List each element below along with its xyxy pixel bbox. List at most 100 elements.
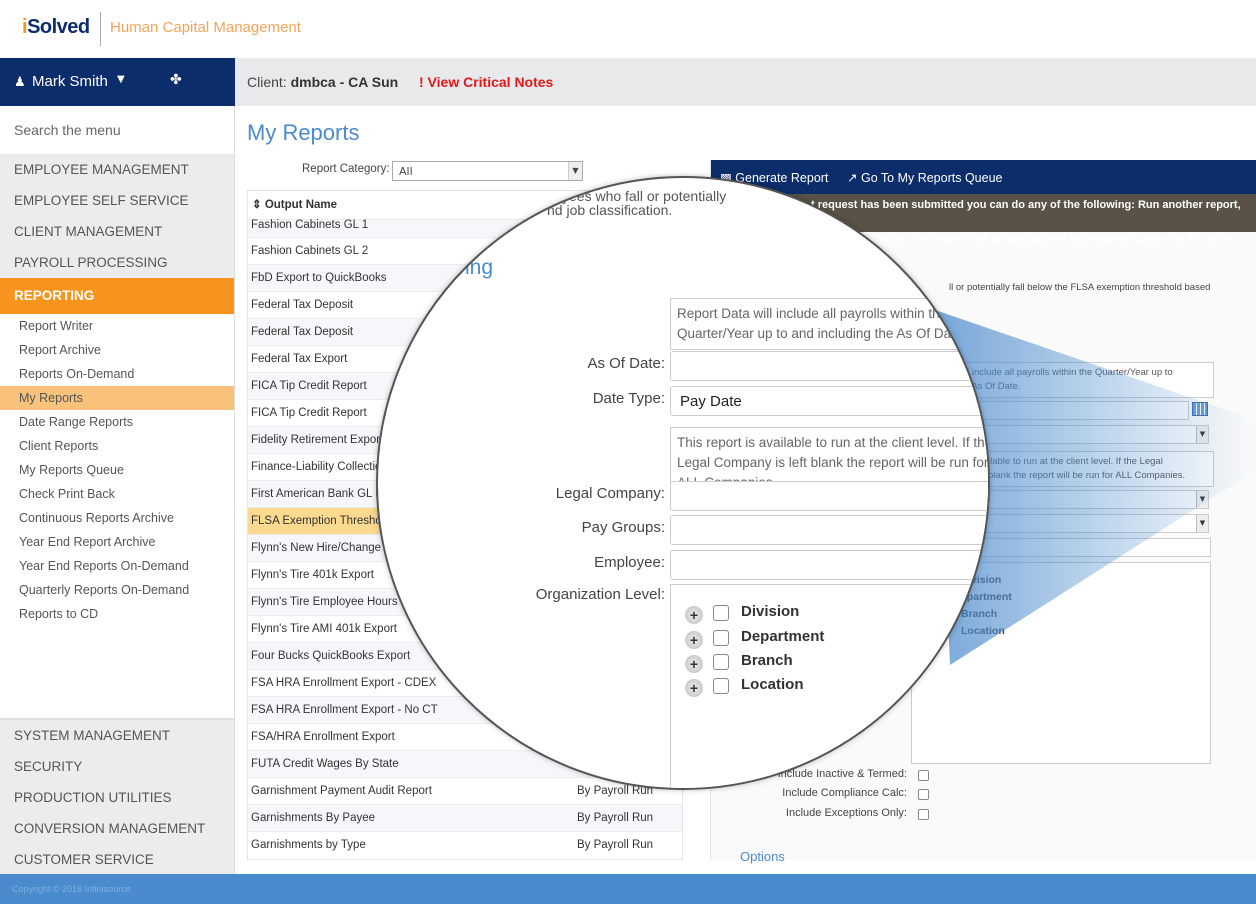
nav-reporting[interactable]: REPORTING <box>0 278 234 314</box>
report-description: ll or potentially fall below the FLSA ex… <box>949 282 1211 293</box>
user-name[interactable]: Mark Smith <box>32 73 108 90</box>
expand-plus-icon[interactable]: + <box>685 606 703 624</box>
output-name-cell: FLSA Exemption Threshold <box>251 515 391 527</box>
lens-employee-input[interactable] <box>670 550 988 580</box>
legal-company-label: Legal Company: <box>555 485 665 502</box>
location-label: Location <box>741 676 804 693</box>
branch-checkbox[interactable] <box>713 654 729 670</box>
lens-as-of-date-input[interactable] <box>670 351 988 381</box>
output-name-cell: Flynn's Tire 401k Export <box>251 569 374 581</box>
nav-security[interactable]: SECURITY <box>0 751 234 782</box>
chevron-down-icon[interactable]: ▼ <box>1196 515 1208 532</box>
chevron-down-icon[interactable]: ▼ <box>1196 491 1208 508</box>
sidebar-item-my-reports-queue[interactable]: My Reports Queue <box>0 458 234 482</box>
lens-content: yees who fall or potentially nd job clas… <box>378 178 988 788</box>
nav-system-management[interactable]: SYSTEM MANAGEMENT <box>0 720 234 751</box>
report-type-cell: By Payroll Run <box>577 812 654 824</box>
division-checkbox[interactable] <box>713 605 729 621</box>
sidebar-item-check-print-back[interactable]: Check Print Back <box>0 482 234 506</box>
chevron-down-icon[interactable]: ▼ <box>1196 426 1208 443</box>
nav-customer-service[interactable]: CUSTOMER SERVICE <box>0 844 234 875</box>
output-name-cell: Fashion Cabinets GL 1 <box>251 219 369 231</box>
nav-employee-management[interactable]: EMPLOYEE MANAGEMENT <box>0 154 234 185</box>
pin-icon[interactable]: ✤ <box>170 72 182 88</box>
include-exceptions-checkbox[interactable] <box>918 809 929 820</box>
output-name-cell: FSA/HRA Enrollment Export <box>251 731 395 743</box>
department-label: Department <box>741 628 825 645</box>
output-name-cell: Fashion Cabinets GL 2 <box>251 245 369 257</box>
magnifier-lens: yees who fall or potentially nd job clas… <box>376 176 990 790</box>
sidebar-item-report-writer[interactable]: Report Writer <box>0 314 234 338</box>
sidebar-item-year-end-report-archive[interactable]: Year End Report Archive <box>0 530 234 554</box>
as-of-hint-line-2: the As Of Date. <box>956 381 1021 392</box>
include-exceptions-label: Include Exceptions Only: <box>785 807 907 819</box>
nav-bottom-group: SYSTEM MANAGEMENT SECURITY PRODUCTION UT… <box>0 718 234 874</box>
sidebar-item-quarterly-reports-on-demand[interactable]: Quarterly Reports On-Demand <box>0 578 234 602</box>
pay-groups-label: Pay Groups: <box>581 519 665 536</box>
division-label: Division <box>741 603 800 620</box>
nav-employee-self-service[interactable]: EMPLOYEE SELF SERVICE <box>0 185 234 216</box>
sidebar-item-report-archive[interactable]: Report Archive <box>0 338 234 362</box>
output-name-cell: Flynn's Tire Employee Hours <box>251 596 398 608</box>
output-name-cell: Garnishments By Payee <box>251 812 376 824</box>
sidebar-item-my-reports[interactable]: My Reports <box>0 386 234 410</box>
lens-date-type-select[interactable]: Pay Date <box>670 386 988 416</box>
menu-search-input[interactable]: Search the menu <box>0 106 235 154</box>
client-name: dmbca - CA Sun <box>290 74 399 90</box>
include-compliance-label: Include Compliance Calc: <box>782 787 907 799</box>
output-name-cell: Flynn's Tire AMI 401k Export <box>251 623 398 635</box>
options-heading[interactable]: Options <box>740 849 785 864</box>
include-compliance-checkbox[interactable] <box>918 789 929 800</box>
view-critical-notes-link[interactable]: ! View Critical Notes <box>419 74 553 90</box>
user-menu[interactable]: ♟ Mark Smith ▼ ✤ <box>0 58 235 106</box>
sidebar-item-reports-on-demand[interactable]: Reports On-Demand <box>0 362 234 386</box>
client-info: Client: dmbca - CA Sun <box>247 74 398 90</box>
sidebar-item-reports-to-cd[interactable]: Reports to CD <box>0 602 234 626</box>
client-bar: Client: dmbca - CA Sun ! View Critical N… <box>235 58 1256 106</box>
expand-plus-icon[interactable]: + <box>685 679 703 697</box>
output-name-cell: FbD Export to QuickBooks <box>251 272 387 284</box>
sidebar-item-year-end-reports-on-demand[interactable]: Year End Reports On-Demand <box>0 554 234 578</box>
nav-client-management[interactable]: CLIENT MANAGEMENT <box>0 216 234 247</box>
lens-description-2: nd job classification. <box>547 202 673 218</box>
nav-payroll-processing[interactable]: PAYROLL PROCESSING <box>0 247 234 278</box>
sidebar-item-date-range-reports[interactable]: Date Range Reports <box>0 410 234 434</box>
expand-plus-icon[interactable]: + <box>685 631 703 649</box>
report-category-value: All <box>399 165 413 178</box>
output-name-cell: Federal Tax Deposit <box>251 326 354 338</box>
app-tagline: Human Capital Management <box>110 19 301 36</box>
client-label: Client: <box>247 74 287 90</box>
sidebar-item-continuous-reports-archive[interactable]: Continuous Reports Archive <box>0 506 234 530</box>
expand-plus-icon[interactable]: + <box>685 655 703 673</box>
output-name-cell: Garnishments by Type <box>251 839 366 851</box>
page-title: My Reports <box>247 120 360 145</box>
as-of-date-hint: will include all payrolls within the Qua… <box>949 362 1214 398</box>
sidebar-item-client-reports[interactable]: Client Reports <box>0 434 234 458</box>
logo-text: Solved <box>27 16 90 38</box>
user-icon: ♟ <box>14 75 26 90</box>
calendar-icon[interactable] <box>1192 402 1208 416</box>
output-name-cell: Federal Tax Export <box>251 353 348 365</box>
lens-legal-company-select[interactable] <box>670 481 988 511</box>
nav-production-utilities[interactable]: PRODUCTION UTILITIES <box>0 782 234 813</box>
location-checkbox[interactable] <box>713 678 729 694</box>
organization-level-label: Organization Level: <box>535 586 665 603</box>
as-of-date-label: As Of Date: <box>587 355 665 372</box>
lens-as-of-hint: Report Data will include all payrolls wi… <box>670 298 988 350</box>
logo-divider <box>100 12 101 46</box>
output-name-cell: FICA Tip Credit Report <box>251 407 367 419</box>
report-type-cell: By Payroll Run <box>577 839 654 851</box>
lens-pay-groups-select[interactable] <box>670 515 988 545</box>
output-name-cell: Federal Tax Deposit <box>251 299 354 311</box>
top-header: iSolved Human Capital Management <box>0 0 1256 58</box>
output-name-cell: Fidelity Retirement Export <box>251 434 384 446</box>
lens-section-heading: ing <box>465 256 494 279</box>
table-row[interactable]: Garnishments by Type By Payroll Run <box>248 831 682 858</box>
chevron-down-icon[interactable]: ▼ <box>117 74 125 85</box>
table-row[interactable]: Garnishments By Payee By Payroll Run <box>248 804 682 831</box>
nav-conversion-management[interactable]: CONVERSION MANAGEMENT <box>0 813 234 844</box>
as-of-hint-line-1: will include all payrolls within the Qua… <box>956 367 1173 378</box>
footer: Copyright © 2016 Infinisource <box>0 874 1256 904</box>
department-checkbox[interactable] <box>713 630 729 646</box>
isolved-logo[interactable]: iSolved <box>22 16 90 39</box>
